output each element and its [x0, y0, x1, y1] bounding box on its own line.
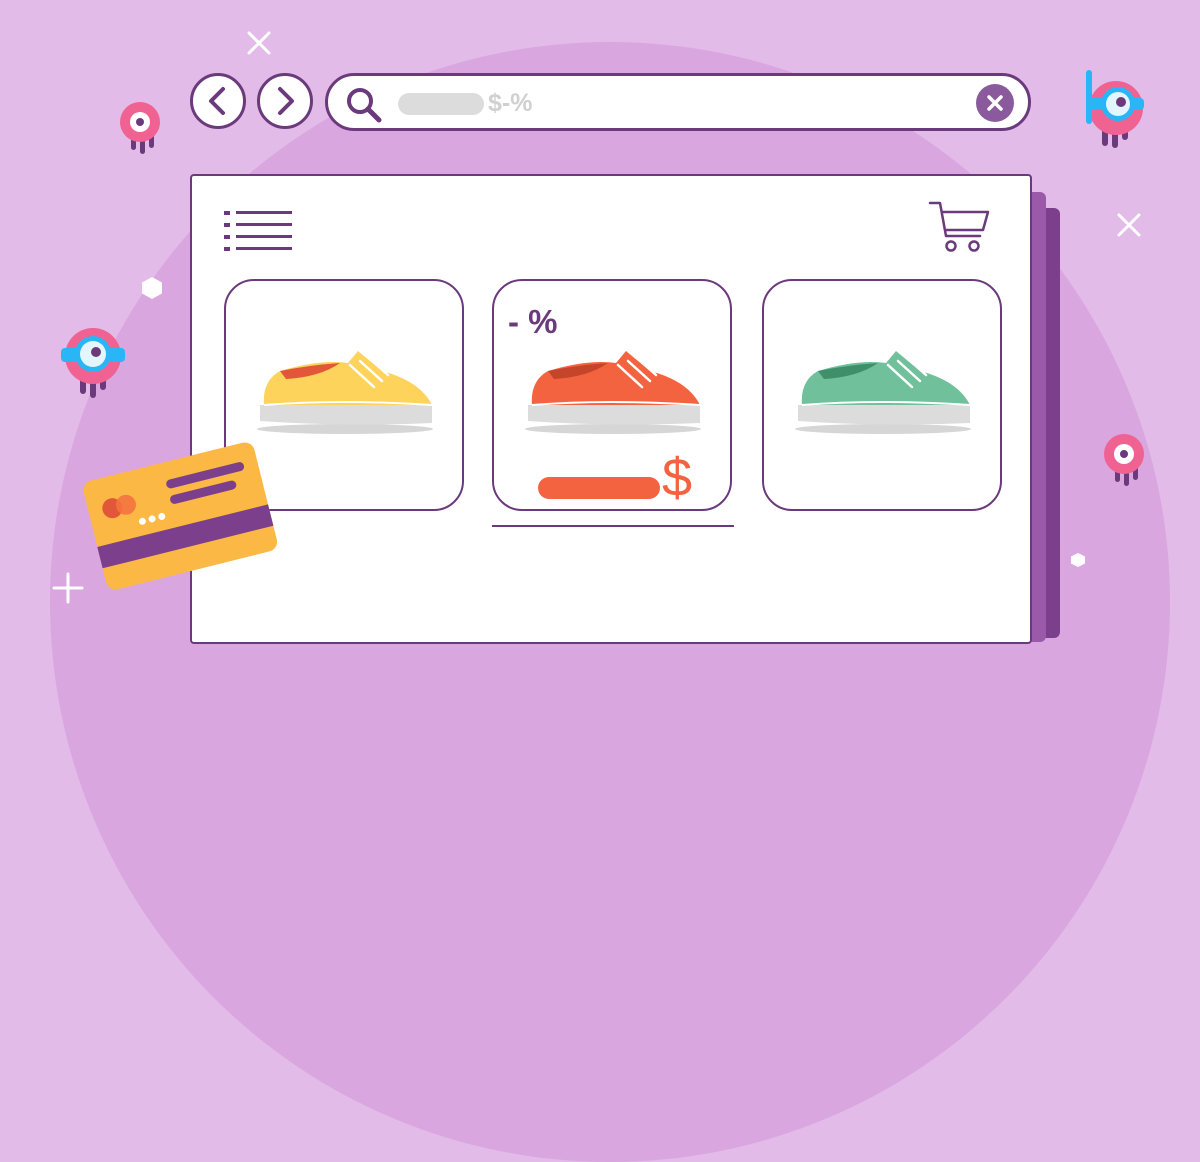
shopping-cart-icon[interactable] [928, 200, 994, 254]
price-symbol: $ [662, 448, 693, 508]
price-bar [538, 477, 660, 499]
search-bar[interactable]: $-% [325, 73, 1031, 131]
sparkle-icon [247, 31, 271, 55]
selected-product-underline [492, 525, 734, 527]
back-button[interactable] [190, 73, 246, 129]
mascot-icon [61, 328, 125, 398]
sparkle-icon [1117, 213, 1141, 237]
search-query[interactable]: $-% [488, 89, 532, 118]
sneaker-icon [525, 351, 701, 434]
credit-card-icon [83, 442, 278, 590]
mascot-icon [1086, 70, 1144, 148]
forward-button[interactable] [257, 73, 313, 129]
chevron-right-icon [278, 87, 294, 115]
shop-page: - % $ [190, 174, 1032, 644]
product-card-sale[interactable]: - % $ [492, 279, 732, 511]
close-icon [987, 95, 1003, 111]
search-placeholder-bar [398, 93, 484, 115]
mascot-icon [120, 102, 160, 154]
sneaker-icon [795, 351, 971, 434]
mascot-icon [1104, 434, 1144, 486]
list-menu-icon[interactable] [224, 210, 294, 254]
product-card[interactable] [762, 279, 1002, 511]
chevron-left-icon [209, 87, 225, 115]
sneaker-icon [257, 351, 433, 434]
clear-search-button[interactable] [976, 84, 1014, 122]
hexagon-icon [142, 277, 162, 299]
search-icon [347, 88, 382, 123]
discount-label: - % [508, 303, 558, 340]
hexagon-icon [1071, 553, 1085, 567]
